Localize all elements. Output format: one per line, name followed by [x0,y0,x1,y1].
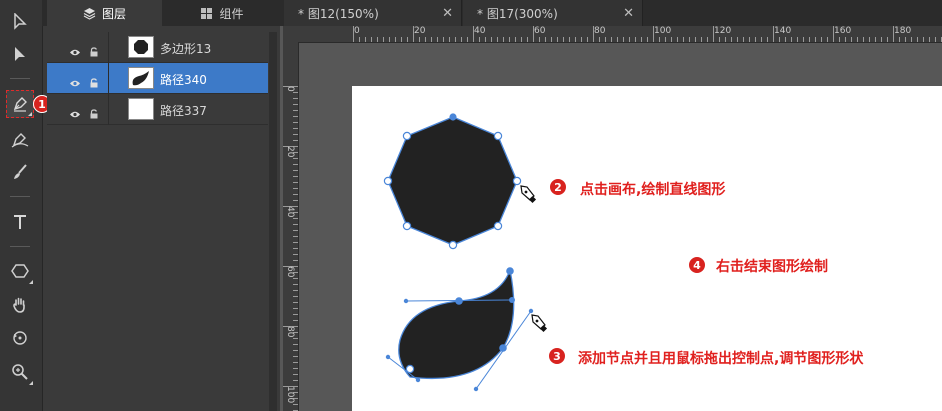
tools-toolbar: 1 [0,0,51,411]
ruler-label: 0 [354,26,360,36]
column-divider [108,94,109,125]
curvature-pen-tool-button[interactable] [6,126,34,154]
grid-icon [200,7,213,20]
tool-group-indicator [29,381,33,385]
layers-icon [83,7,96,20]
doc-tab-1-label: * 图12(150%) [298,6,379,21]
layer-thumbnail [128,98,154,120]
visibility-eye-icon[interactable] [69,42,81,61]
layer-row[interactable]: 路径337 [47,94,268,125]
ruler-label: 100 [285,386,295,404]
select-arrow-icon [14,13,27,30]
ruler-label: 160 [834,26,852,36]
close-icon[interactable]: ✕ [442,6,453,21]
tool-group-indicator [29,280,33,284]
ruler-label: 100 [654,26,672,36]
visibility-eye-icon[interactable] [69,73,81,92]
layer-name: 路径337 [160,104,207,118]
toolbar-divider [10,78,30,79]
layer-row[interactable]: 路径340 [47,63,268,94]
lock-icon[interactable] [89,73,99,92]
toolbar-divider [10,246,30,247]
ruler-label: 20 [414,26,426,36]
annotation-step-3: 添加节点并且用鼠标拖出控制点,调节图形形状 [578,351,864,367]
step-badge-3: 3 [548,347,566,365]
visibility-eye-icon[interactable] [69,104,81,123]
hand-tool-button[interactable] [6,291,34,319]
close-icon[interactable]: ✕ [623,6,634,21]
layer-name: 多边形13 [160,42,212,56]
brush-icon [14,164,27,179]
text-tool-button[interactable] [6,208,34,236]
layer-name: 路径340 [160,73,207,87]
pen-icon [13,97,27,112]
direct-select-arrow-icon [15,47,25,61]
ruler-label: 0 [285,86,295,92]
lock-icon[interactable] [89,42,99,61]
horizontal-ruler: 0 20 40 60 80 100 120 140 160 180 [298,26,942,43]
brush-tool-button[interactable] [6,158,34,186]
doc-tab-1[interactable]: * 图12(150%) ✕ [284,0,462,26]
ruler-label: 120 [714,26,732,36]
hexagon-icon [11,264,29,278]
toolbar-divider [10,196,30,197]
layers-panel: 多边形13 路径340 路径337 [47,32,268,411]
leaf-icon [132,71,149,86]
ruler-label: 180 [894,26,912,36]
zoom-icon [12,364,28,380]
ruler-label: 60 [534,26,546,36]
annotation-step-4: 右击结束图形绘制 [716,259,828,275]
step-badge-2: 2 [549,178,567,196]
tab-layers-label: 图层 [101,6,126,21]
tab-layers[interactable]: 图层 [47,0,162,26]
octagon-icon [134,40,148,54]
doc-tab-2[interactable]: * 图17(300%) ✕ [463,0,643,26]
ruler-label: 20 [285,146,295,158]
step-badge-4: 4 [688,256,706,274]
layer-thumbnail [128,36,154,58]
tab-components-label: 组件 [219,6,244,21]
zoom-tool-button[interactable] [6,358,34,386]
text-icon [14,215,26,229]
hand-icon [13,297,25,313]
lock-icon[interactable] [89,104,99,123]
ruler-label: 40 [474,26,486,36]
polygon-tool-button[interactable] [6,257,34,285]
direct-select-tool-button[interactable] [6,41,34,69]
ruler-label: 140 [774,26,792,36]
ruler-label: 80 [594,26,606,36]
ruler-label: 80 [285,326,295,338]
rotate-view-icon [13,331,27,345]
ruler-label: 40 [285,206,295,218]
doc-tab-2-label: * 图17(300%) [477,6,558,21]
ruler-label: 60 [285,266,295,278]
ruler-corner [283,26,298,42]
layer-thumbnail [128,67,154,89]
annotation-step-2: 点击画布,绘制直线图形 [580,182,726,198]
column-divider [108,63,109,94]
column-divider [108,32,109,63]
tab-components[interactable]: 组件 [162,0,282,26]
layer-row[interactable]: 多边形13 [47,32,268,63]
rotate-view-tool-button[interactable] [6,324,34,352]
top-tab-bar: 图层 组件 * 图12(150%) ✕ * 图17(300%) ✕ [42,0,942,26]
vertical-ruler: 0 20 40 60 80 100 [283,42,299,411]
ruler-ticks [283,86,298,411]
pen-tool-button[interactable] [6,90,34,118]
tool-group-indicator [28,112,32,116]
curvature-pen-icon [11,133,29,148]
layers-scrollbar[interactable] [269,32,277,411]
select-tool-button[interactable] [6,8,34,36]
